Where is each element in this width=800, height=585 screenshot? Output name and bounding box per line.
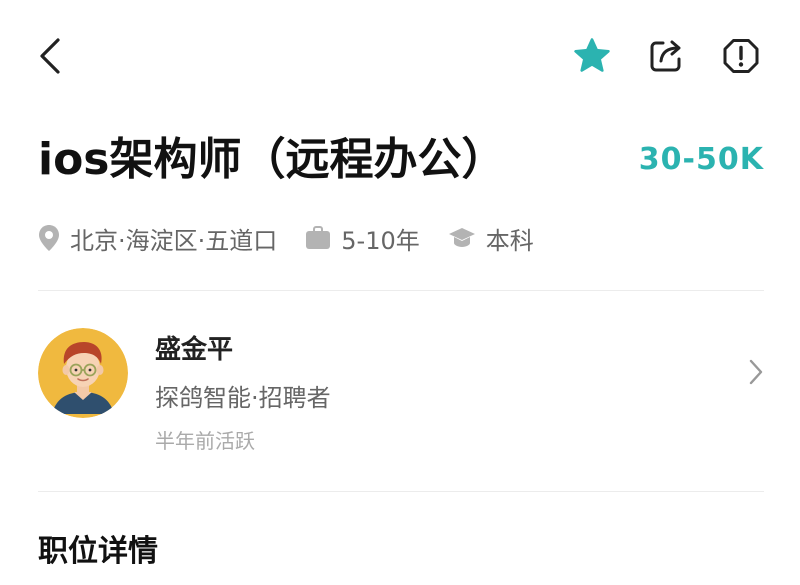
job-title-row: ios架构师（远程办公） 30-50K [38,128,764,192]
chevron-right-icon[interactable] [744,356,768,388]
experience-item: 5-10年 [305,221,420,256]
recruiter-name: 盛金平 [155,335,234,365]
education-item: 本科 [448,221,534,256]
briefcase-icon [305,226,331,250]
location-pin-icon [38,224,60,252]
share-button[interactable] [644,34,688,78]
top-bar [0,0,800,110]
star-icon [574,38,610,72]
chevron-left-icon [40,38,60,74]
graduation-cap-icon [448,226,476,250]
section-title-job-details: 职位详情 [38,534,158,569]
experience-text: 5-10年 [341,226,420,255]
avatar [38,328,128,418]
recruiter-company-role: 探鸽智能·招聘者 [155,384,331,412]
report-button[interactable] [719,34,763,78]
divider [38,491,764,492]
back-button[interactable] [30,34,70,78]
recruiter-card[interactable]: 盛金平 探鸽智能·招聘者 半年前活跃 [38,322,768,462]
favorite-button[interactable] [570,34,614,78]
salary-range: 30-50K [638,142,764,177]
job-title: ios架构师（远程办公） [38,134,506,185]
location-text: 北京·海淀区·五道口 [70,226,278,255]
divider [38,290,764,291]
job-meta-row: 北京·海淀区·五道口 5-10年 本科 [38,216,562,260]
recruiter-active-status: 半年前活跃 [155,429,255,453]
warning-icon [723,39,759,73]
education-text: 本科 [485,226,534,255]
location-item: 北京·海淀区·五道口 [38,221,277,256]
share-icon [650,40,681,72]
